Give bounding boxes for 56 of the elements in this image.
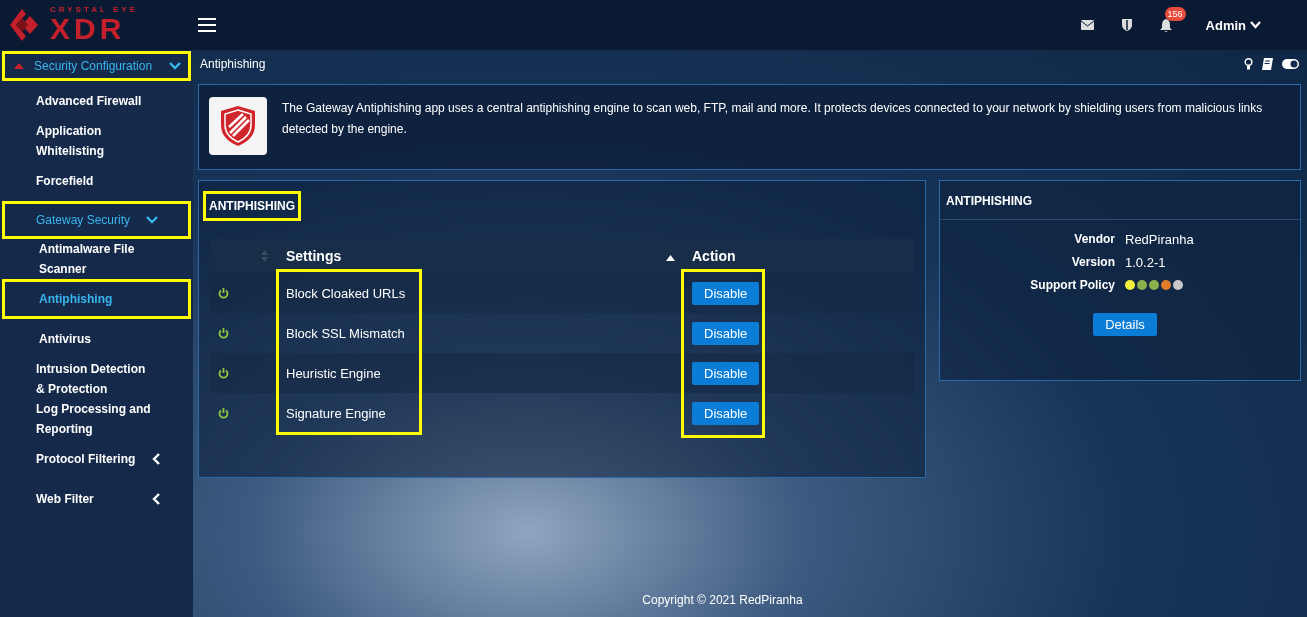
notification-badge: 156 (1164, 6, 1186, 21)
intro-text: The Gateway Antiphishing app uses a central antiphishing engine to scan web, FTP, mail and more. It protects devices connected to your network by shielding users from malicious links detected by the engine. (282, 100, 1264, 138)
toggle-icon[interactable] (1282, 59, 1299, 69)
panel-title: ANTIPHISHING (203, 191, 301, 221)
chevron-icon (151, 493, 163, 505)
mail-icon[interactable] (1080, 20, 1094, 30)
chevron-icon (146, 214, 159, 226)
power-icon[interactable] (218, 327, 229, 339)
sidebar-item[interactable]: Antiphishing (2, 279, 191, 319)
field-label: Version (1070, 255, 1115, 270)
sidebar-item[interactable]: Forcefield (2, 161, 191, 201)
sidebar-item[interactable]: Web Filter (2, 479, 191, 519)
shield-icon[interactable] (1121, 19, 1132, 31)
field-label: Vendor (1073, 232, 1115, 247)
lightbulb-icon[interactable] (1244, 58, 1253, 70)
details-button[interactable]: Details (1093, 313, 1157, 336)
sort-up-icon[interactable] (666, 255, 675, 261)
field-value: RedPiranha (1125, 232, 1195, 247)
brand-name: XDR (50, 14, 127, 44)
sidebar-item[interactable]: Log Processing and Reporting (2, 399, 191, 439)
disable-button[interactable]: Disable (692, 321, 760, 345)
panel-title: ANTIPHISHING (946, 194, 1032, 208)
sidebar-item[interactable]: Antimalware File Scanner (2, 239, 191, 279)
disable-button[interactable]: Disable (692, 401, 760, 425)
setting-name: Block SSL Mismatch (285, 325, 406, 341)
bell-icon[interactable] (1159, 18, 1172, 32)
disable-button[interactable]: Disable (692, 361, 760, 385)
chevron-icon (169, 62, 181, 70)
sidebar-item[interactable]: Advanced Firewall (2, 81, 191, 121)
column-header[interactable]: Settings (276, 248, 666, 264)
sidebar-section[interactable]: Security Configuration (2, 51, 191, 81)
copyright-text: Copyright © 2021 RedPiranha (642, 593, 803, 607)
field-value: 1.0.2-1 (1125, 255, 1167, 270)
setting-name: Block Cloaked URLs (285, 285, 407, 301)
page-title: Antiphishing (200, 57, 266, 71)
triangle-icon (14, 63, 24, 69)
brand-tagline: CRYSTAL EYE (50, 6, 138, 14)
menu-icon[interactable] (198, 18, 216, 32)
power-icon[interactable] (218, 287, 229, 299)
chevron-down-icon (1250, 21, 1261, 29)
setting-name: Heuristic Engine (285, 365, 382, 381)
chevron-icon (151, 453, 163, 465)
column-header[interactable]: Action (692, 248, 914, 264)
book-icon[interactable] (1262, 58, 1273, 70)
power-icon[interactable] (218, 367, 229, 379)
sidebar-item[interactable]: Gateway Security (2, 201, 191, 239)
sidebar-item[interactable]: Antivirus (2, 319, 191, 359)
sidebar-item[interactable]: Intrusion Detection & Protection (2, 359, 191, 399)
sidebar-item[interactable]: Application Whitelisting (2, 121, 191, 161)
power-icon[interactable] (218, 407, 229, 419)
user-menu[interactable]: Admin (1199, 16, 1267, 34)
app-icon (209, 97, 267, 155)
setting-name: Signature Engine (285, 405, 387, 421)
disable-button[interactable]: Disable (692, 281, 760, 305)
sidebar-item[interactable]: Protocol Filtering (2, 439, 191, 479)
field-label: Support Policy (1029, 278, 1115, 292)
